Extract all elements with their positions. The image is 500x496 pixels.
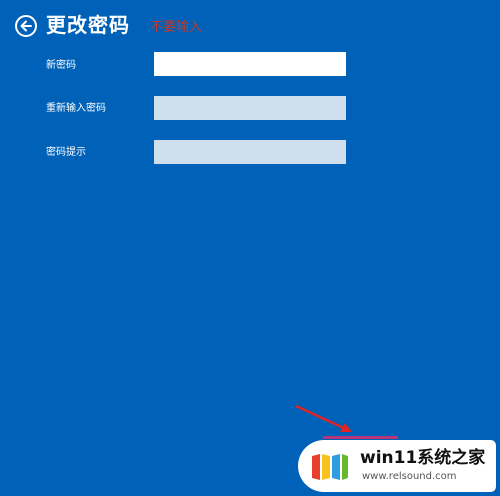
red-arrow-annotation <box>295 404 352 432</box>
new-password-label: 新密码 <box>46 60 76 71</box>
new-password-input[interactable] <box>154 52 346 76</box>
password-hint-label: 密码提示 <box>46 147 86 158</box>
back-arrow-icon[interactable] <box>15 15 37 37</box>
windows-logo-icon <box>312 454 348 480</box>
watermark-title: win11系统之家 <box>360 448 486 468</box>
reenter-password-label: 重新输入密码 <box>46 103 106 114</box>
watermark: win11系统之家 www.relsound.com <box>298 440 496 492</box>
annotation-text: 不要输入 <box>150 20 203 35</box>
watermark-url: www.relsound.com <box>362 471 457 482</box>
reenter-password-input[interactable] <box>154 96 346 120</box>
page-title: 更改密码 <box>46 13 130 37</box>
password-hint-input[interactable] <box>154 140 346 164</box>
